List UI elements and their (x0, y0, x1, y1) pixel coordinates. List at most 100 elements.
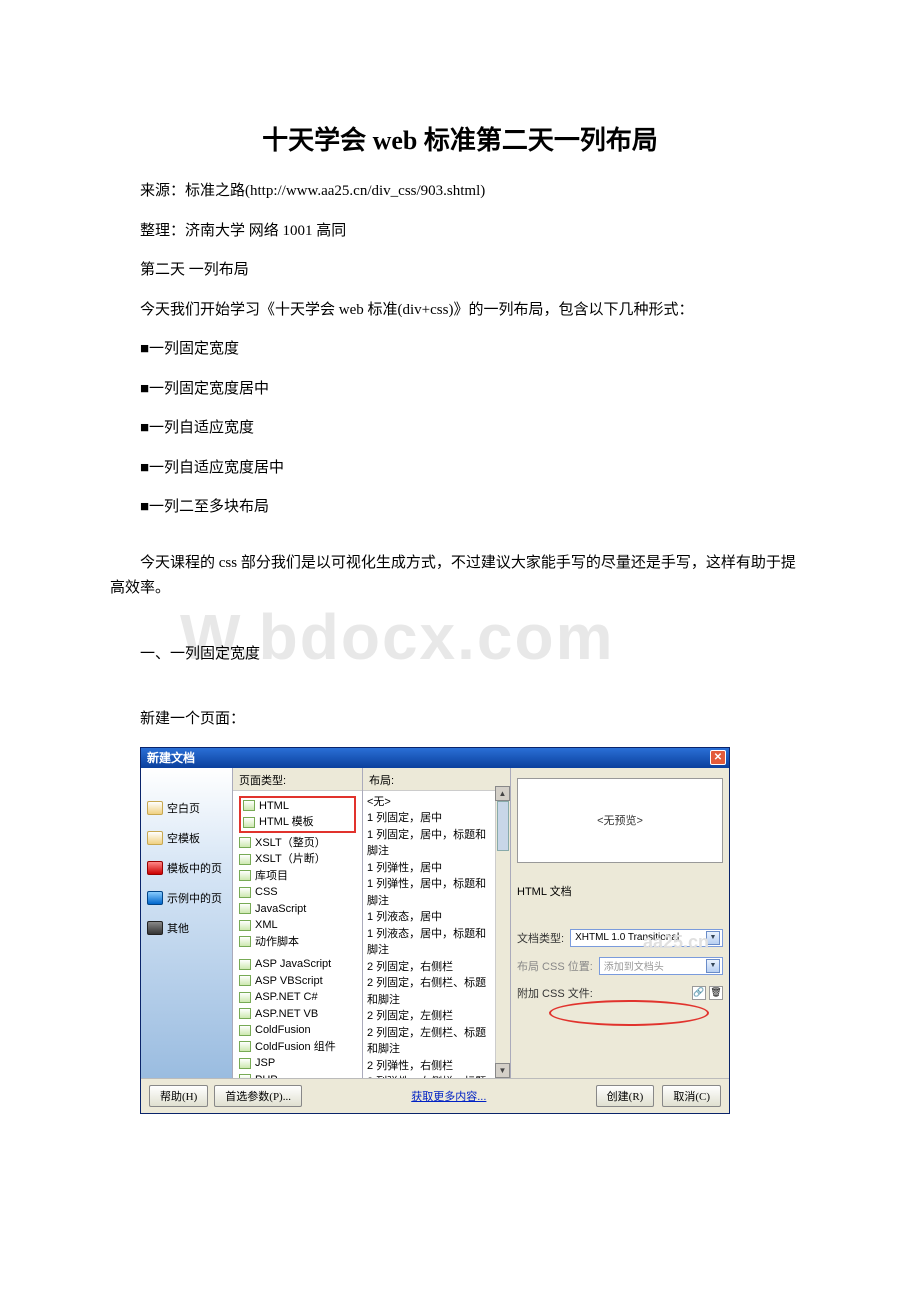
list-item[interactable]: 2 列弹性，右侧栏、标题和脚注 (367, 1074, 494, 1078)
category-sidebar: 空白页 空模板 模板中的页 示例中的页 其他 (141, 768, 233, 1078)
list-item[interactable]: XSLT（片断） (237, 851, 358, 868)
template-page-icon (147, 861, 163, 875)
page-type-list[interactable]: HTML HTML 模板 XSLT（整页） XSLT（片断） 库项目 CSS J… (233, 791, 362, 1078)
file-icon (243, 817, 255, 828)
doctype-label: 文档类型: (517, 930, 564, 946)
list-item[interactable]: XSLT（整页） (237, 835, 358, 852)
sidebar-item-blank-template[interactable]: 空模板 (145, 826, 228, 850)
list-item[interactable]: ASP.NET VB (237, 1006, 358, 1023)
list-item[interactable]: 2 列固定，右侧栏、标题和脚注 (367, 975, 494, 1008)
scrollbar-thumb[interactable] (497, 801, 509, 851)
page-type-column: 页面类型: HTML HTML 模板 XSLT（整页） XSLT（片断） 库项目… (233, 768, 363, 1078)
list-item[interactable]: 1 列弹性，居中，标题和脚注 (367, 876, 494, 909)
link-css-icon[interactable]: 🔗 (692, 986, 706, 1000)
layout-type-list: ■一列固定宽度 ■一列固定宽度居中 ■一列自适应宽度 ■一列自适应宽度居中 ■一… (110, 337, 810, 521)
list-item[interactable]: HTML (241, 798, 354, 815)
list-item[interactable]: HTML 模板 (241, 814, 354, 831)
preferences-button[interactable]: 首选参数(P)... (214, 1085, 302, 1107)
new-page-label: 新建一个页面： (110, 707, 810, 733)
list-item[interactable]: 2 列固定，左侧栏 (367, 1008, 494, 1025)
day-heading: 第二天 一列布局 (110, 258, 810, 284)
list-item[interactable]: <无> (367, 794, 494, 811)
file-icon (239, 1058, 251, 1069)
list-item[interactable]: JSP (237, 1055, 358, 1072)
scrollbar-track[interactable] (495, 801, 510, 1063)
list-item[interactable]: 1 列液态，居中，标题和脚注 (367, 926, 494, 959)
sidebar-item-template-page[interactable]: 模板中的页 (145, 856, 228, 880)
layout-list[interactable]: <无> 1 列固定，居中 1 列固定，居中，标题和脚注 1 列弹性，居中 1 列… (363, 791, 510, 1078)
list-item[interactable]: PHP (237, 1072, 358, 1078)
list-item[interactable]: 1 列液态，居中 (367, 909, 494, 926)
list-item: ■一列固定宽度居中 (110, 377, 810, 403)
file-icon (239, 837, 251, 848)
other-icon (147, 921, 163, 935)
document-body: 十天学会 web 标准第二天一列布局 来源：标准之路(http://www.aa… (0, 0, 920, 1154)
css-note-paragraph: 今天课程的 css 部分我们是以可视化生成方式，不过建议大家能手写的尽量还是手写… (110, 551, 810, 602)
list-item: ■一列二至多块布局 (110, 495, 810, 521)
list-item[interactable]: 动作脚本 (237, 934, 358, 951)
list-item[interactable]: ASP.NET C# (237, 989, 358, 1006)
layout-css-dropdown: 添加到文档头 ▼ (599, 957, 723, 975)
file-icon (239, 1008, 251, 1019)
file-icon (239, 903, 251, 914)
dialog-footer: 帮助(H) 首选参数(P)... 获取更多内容... 创建(R) 取消(C) (141, 1078, 729, 1113)
layout-css-row: 布局 CSS 位置: 添加到文档头 ▼ (517, 957, 723, 975)
list-item[interactable]: ASP JavaScript (237, 956, 358, 973)
list-item[interactable]: 2 列固定，右侧栏 (367, 959, 494, 976)
file-icon (239, 870, 251, 881)
help-button[interactable]: 帮助(H) (149, 1085, 208, 1107)
file-icon (239, 992, 251, 1003)
remove-css-icon[interactable]: 🗑 (709, 986, 723, 1000)
file-icon (243, 800, 255, 811)
list-item[interactable]: 1 列固定，居中，标题和脚注 (367, 827, 494, 860)
list-item[interactable]: CSS (237, 884, 358, 901)
list-item: ■一列自适应宽度 (110, 416, 810, 442)
sidebar-item-sample-page[interactable]: 示例中的页 (145, 886, 228, 910)
dialog-titlebar: 新建文档 ✕ (141, 748, 729, 768)
file-icon (239, 936, 251, 947)
page-type-header: 页面类型: (233, 768, 362, 791)
page-title: 十天学会 web 标准第二天一列布局 (110, 120, 810, 157)
list-item[interactable]: 库项目 (237, 868, 358, 885)
list-item[interactable]: JavaScript (237, 901, 358, 918)
template-icon (147, 831, 163, 845)
list-item[interactable]: 1 列弹性，居中 (367, 860, 494, 877)
scroll-down-icon[interactable]: ▼ (495, 1063, 510, 1078)
preview-column: aa25.cn <无预览> HTML 文档 文档类型: XHTML 1.0 Tr… (511, 768, 729, 1078)
sidebar-item-blank-page[interactable]: 空白页 (145, 796, 228, 820)
inner-watermark: aa25.cn (643, 932, 709, 953)
sidebar-item-label: 空模板 (167, 830, 200, 846)
sidebar-item-label: 其他 (167, 920, 189, 936)
list-item[interactable]: XML (237, 917, 358, 934)
list-item[interactable]: ASP VBScript (237, 973, 358, 990)
layout-css-value: 添加到文档头 (604, 958, 664, 973)
get-more-link[interactable]: 获取更多内容... (411, 1088, 486, 1104)
sidebar-item-other[interactable]: 其他 (145, 916, 228, 940)
list-item[interactable]: 1 列固定，居中 (367, 810, 494, 827)
sample-icon (147, 891, 163, 905)
list-item[interactable]: 2 列固定，左侧栏、标题和脚注 (367, 1025, 494, 1058)
scroll-up-icon[interactable]: ▲ (495, 786, 510, 801)
list-item: ■一列固定宽度 (110, 337, 810, 363)
file-icon (239, 975, 251, 986)
doc-description: HTML 文档 (517, 883, 723, 899)
list-item: ■一列自适应宽度居中 (110, 456, 810, 482)
attach-css-label: 附加 CSS 文件: (517, 985, 593, 1001)
highlight-annotation: HTML HTML 模板 (239, 796, 356, 833)
close-icon[interactable]: ✕ (710, 750, 726, 765)
list-item[interactable]: ColdFusion (237, 1022, 358, 1039)
sidebar-item-label: 示例中的页 (167, 890, 222, 906)
create-button[interactable]: 创建(R) (596, 1085, 655, 1107)
intro-paragraph: 今天我们开始学习《十天学会 web 标准(div+css)》的一列布局，包含以下… (110, 298, 810, 324)
attach-css-row: 附加 CSS 文件: 🔗 🗑 (517, 985, 723, 1001)
file-icon (239, 920, 251, 931)
layout-column: 布局: <无> 1 列固定，居中 1 列固定，居中，标题和脚注 1 列弹性，居中… (363, 768, 511, 1078)
highlight-annotation (549, 1000, 709, 1026)
section-heading-1: 一、一列固定宽度 (110, 642, 810, 668)
file-icon (239, 1041, 251, 1052)
file-icon (239, 854, 251, 865)
list-item[interactable]: ColdFusion 组件 (237, 1039, 358, 1056)
list-item[interactable]: 2 列弹性，右侧栏 (367, 1058, 494, 1075)
cancel-button[interactable]: 取消(C) (662, 1085, 721, 1107)
dialog-title: 新建文档 (147, 749, 195, 766)
